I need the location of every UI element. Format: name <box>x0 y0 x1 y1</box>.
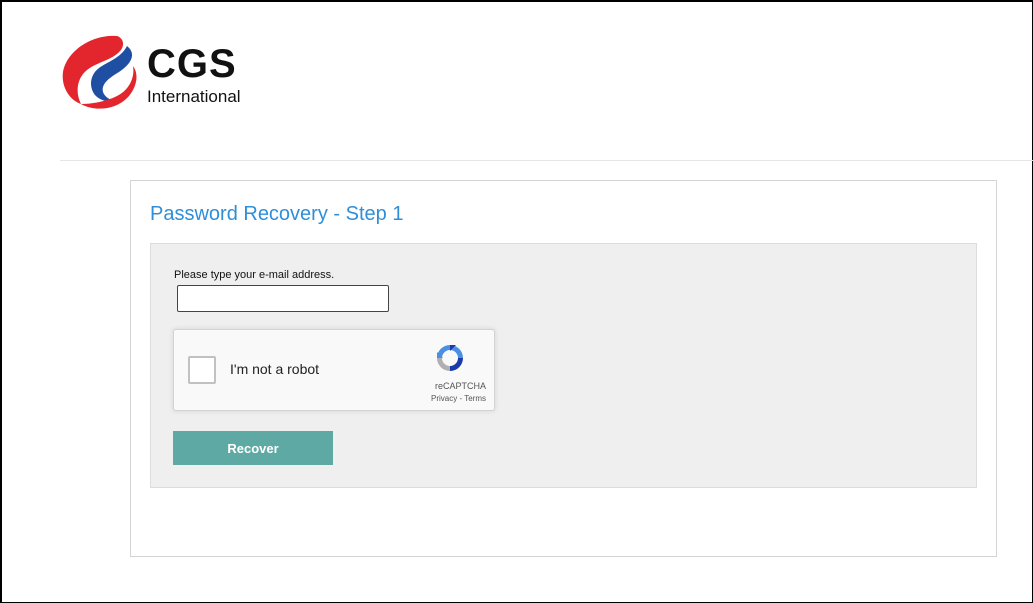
recaptcha-terms-link[interactable]: Terms <box>464 394 486 403</box>
cgs-swirl-icon <box>62 35 137 109</box>
email-label: Please type your e-mail address. <box>174 269 335 281</box>
recaptcha-label: I'm not a robot <box>230 361 320 377</box>
window-frame: CGS International Password Recovery - St… <box>0 0 1033 603</box>
brand-name: CGS <box>147 42 237 86</box>
recaptcha-links: Privacy - Terms <box>406 394 486 403</box>
email-field[interactable] <box>177 285 389 312</box>
recaptcha-checkbox[interactable] <box>188 356 216 384</box>
brand-subtitle: International <box>147 87 241 106</box>
recaptcha-icon <box>437 345 463 371</box>
recovery-card: Password Recovery - Step 1 Please type y… <box>130 180 997 557</box>
cgs-logo: CGS International <box>55 30 275 114</box>
recaptcha-privacy-link[interactable]: Privacy <box>431 394 457 403</box>
form-panel: Please type your e-mail address. I'm not… <box>150 243 977 488</box>
recover-button[interactable]: Recover <box>173 431 333 465</box>
page-title: Password Recovery - Step 1 <box>150 203 404 225</box>
header-divider <box>60 160 1033 161</box>
recaptcha-brand: reCAPTCHA <box>434 381 486 391</box>
recaptcha-widget: I'm not a robot reCAPTCHA Privacy - Term… <box>173 329 495 411</box>
